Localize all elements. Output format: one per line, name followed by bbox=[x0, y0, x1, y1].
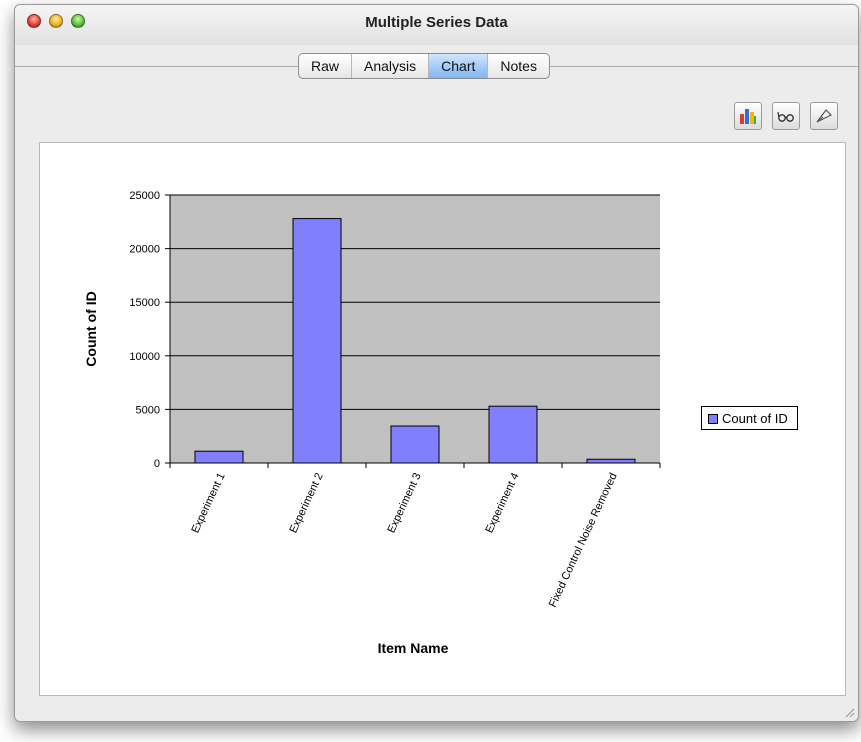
chart-panel: 0 5000 10000 15000 20000 25000 Experiment 1 Ex… bbox=[39, 142, 846, 696]
view-button[interactable] bbox=[772, 102, 800, 130]
y-tick-label: 20000 bbox=[129, 244, 160, 256]
x-tick-label: Fixed Control Noise Removed bbox=[547, 471, 620, 609]
window-title: Multiple Series Data bbox=[365, 14, 508, 31]
tab-chart[interactable]: Chart bbox=[429, 54, 489, 78]
inspector-button[interactable] bbox=[810, 102, 838, 130]
bar bbox=[586, 458, 636, 464]
chart-legend: Count of ID bbox=[701, 406, 798, 430]
plot-area bbox=[170, 195, 660, 463]
legend-swatch bbox=[708, 414, 718, 424]
x-axis-title: Item Name bbox=[378, 640, 449, 656]
y-axis-title: Count of ID bbox=[83, 291, 99, 366]
y-tick-label: 25000 bbox=[129, 190, 160, 202]
tab-notes[interactable]: Notes bbox=[488, 54, 549, 78]
tab-analysis[interactable]: Analysis bbox=[352, 54, 430, 78]
y-tick-label: 5000 bbox=[136, 404, 160, 416]
bar bbox=[194, 450, 244, 464]
y-tick-label: 15000 bbox=[129, 297, 160, 309]
x-tick-label: Experiment 2 bbox=[287, 471, 325, 535]
inspector-icon bbox=[816, 109, 833, 123]
app-window: Multiple Series Data Raw Analysis Chart … bbox=[14, 4, 859, 722]
view-icon bbox=[777, 111, 794, 122]
bar bbox=[488, 405, 538, 464]
resize-grip-icon[interactable] bbox=[843, 706, 855, 718]
chart-type-icon bbox=[740, 109, 756, 124]
tab-bar: Raw Analysis Chart Notes bbox=[298, 53, 550, 79]
x-tick-label: Experiment 4 bbox=[483, 471, 521, 535]
tab-raw[interactable]: Raw bbox=[299, 54, 353, 78]
y-tick-label: 10000 bbox=[129, 351, 160, 363]
x-tick-label: Experiment 3 bbox=[385, 471, 423, 535]
title-bar[interactable]: Multiple Series Data bbox=[15, 5, 858, 45]
legend-label: Count of ID bbox=[722, 411, 788, 426]
y-tick-label: 0 bbox=[154, 458, 160, 470]
bar bbox=[292, 218, 342, 464]
chart-type-button[interactable] bbox=[734, 102, 762, 130]
bar bbox=[390, 425, 440, 464]
x-tick-label: Experiment 1 bbox=[189, 471, 227, 535]
